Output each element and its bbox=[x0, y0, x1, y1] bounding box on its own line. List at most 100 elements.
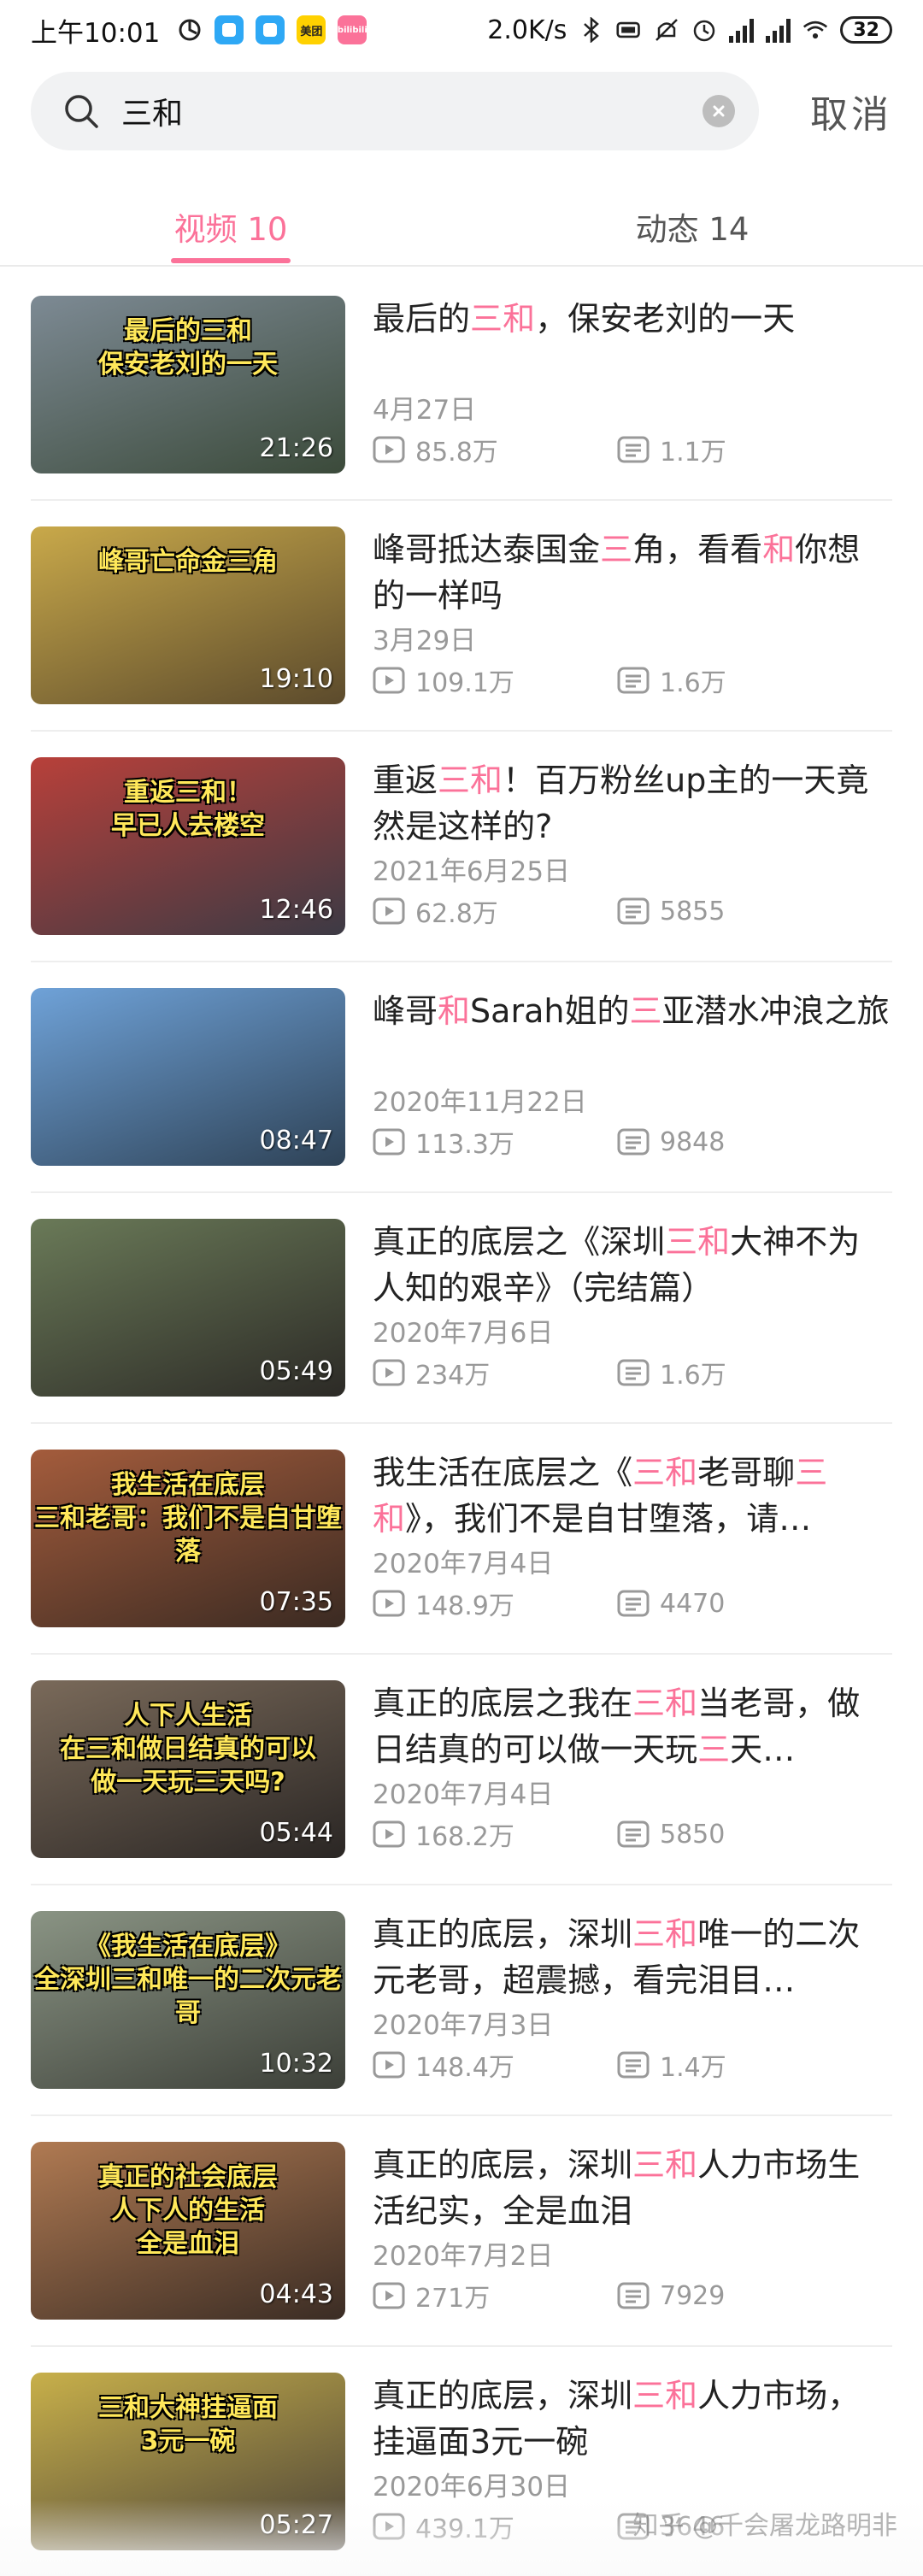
video-thumbnail[interactable]: 真正的社会底层 人下人的生活 全是血泪 04:43 bbox=[31, 2142, 345, 2320]
thumbnail-caption: 三和大神挂逼面 3元一碗 bbox=[98, 2393, 278, 2456]
video-title[interactable]: 峰哥抵达泰国金三角，看看和你想的一样吗 bbox=[373, 526, 892, 619]
comment-count: 1.6万 bbox=[617, 662, 726, 699]
search-box[interactable] bbox=[31, 72, 759, 150]
view-count: 234万 bbox=[373, 1354, 617, 1391]
comment-icon bbox=[617, 1820, 650, 1848]
video-duration: 05:44 bbox=[259, 1818, 333, 1848]
video-thumbnail[interactable]: 我生活在底层 三和老哥：我们不是自甘堕落 07:35 bbox=[31, 1450, 345, 1627]
comment-count-text: 1.1万 bbox=[660, 438, 726, 468]
comment-count-text: 4470 bbox=[660, 1588, 726, 1619]
video-title[interactable]: 真正的底层，深圳三和唯一的二次元老哥，超震撼，看完泪目… bbox=[373, 1911, 892, 2003]
battery-saver-icon bbox=[616, 17, 642, 43]
video-info: 峰哥和Sarah姐的三亚潜水冲浪之旅 2020年11月22日 113.3万 9848 bbox=[373, 988, 892, 1166]
video-thumbnail[interactable]: 重返三和！ 早已人去楼空 12:46 bbox=[31, 757, 345, 935]
view-count-text: 85.8万 bbox=[415, 438, 498, 468]
comment-count-text: 5855 bbox=[660, 896, 726, 926]
signal-icon-2 bbox=[766, 17, 791, 43]
video-thumbnail[interactable]: 《我生活在底层》 全深圳三和唯一的二次元老哥 10:32 bbox=[31, 1911, 345, 2089]
video-title[interactable]: 最后的三和，保安老刘的一天 bbox=[373, 296, 892, 388]
video-title[interactable]: 重返三和！百万粉丝up主的一天竟然是这样的? bbox=[373, 757, 892, 850]
video-info: 重返三和！百万粉丝up主的一天竟然是这样的? 2021年6月25日 62.8万 585… bbox=[373, 757, 892, 935]
thumbnail-caption: 我生活在底层 三和老哥：我们不是自甘堕落 bbox=[34, 1470, 342, 1567]
video-item[interactable]: 重返三和！ 早已人去楼空 12:46 重返三和！百万粉丝up主的一天竟然是这样的? 2… bbox=[31, 732, 892, 962]
thumbnail-caption: 真正的社会底层 人下人的生活 全是血泪 bbox=[98, 2162, 278, 2259]
play-count-icon bbox=[373, 1590, 405, 1617]
video-title[interactable]: 真正的底层，深圳三和人力市场生活纪实，全是血泪 bbox=[373, 2142, 892, 2234]
view-count: 148.4万 bbox=[373, 2046, 617, 2084]
video-item[interactable]: 人下人生活 在三和做日结真的可以 做一天玩三天吗? 05:44 真正的底层之我在三和… bbox=[31, 1655, 892, 1885]
comment-icon bbox=[617, 436, 650, 463]
search-input[interactable] bbox=[121, 93, 703, 129]
comment-icon bbox=[617, 667, 650, 694]
clear-search-icon[interactable] bbox=[703, 95, 735, 127]
search-tabs: 视频 10 动态 14 bbox=[0, 178, 923, 267]
mute-icon bbox=[654, 17, 679, 43]
video-duration: 07:35 bbox=[259, 1587, 333, 1617]
view-count: 113.3万 bbox=[373, 1123, 617, 1161]
view-count-text: 148.9万 bbox=[415, 1591, 514, 1621]
video-thumbnail[interactable]: 人下人生活 在三和做日结真的可以 做一天玩三天吗? 05:44 bbox=[31, 1680, 345, 1858]
video-thumbnail[interactable]: 峰哥亡命金三角 19:10 bbox=[31, 526, 345, 704]
thumbnail-caption: 人下人生活 在三和做日结真的可以 做一天玩三天吗? bbox=[60, 1701, 316, 1797]
video-item[interactable]: 08:47 峰哥和Sarah姐的三亚潜水冲浪之旅 2020年11月22日 113.3万… bbox=[31, 962, 892, 1193]
view-count-text: 168.2万 bbox=[415, 1822, 514, 1852]
comment-count: 5855 bbox=[617, 892, 725, 930]
video-info: 真正的底层之《深圳三和大神不为人知的艰辛》（完结篇） 2020年7月6日 234万 1… bbox=[373, 1219, 892, 1397]
video-thumbnail[interactable]: 最后的三和 保安老刘的一天 21:26 bbox=[31, 296, 345, 473]
comment-count: 1.1万 bbox=[617, 431, 726, 468]
view-count-text: 62.8万 bbox=[415, 899, 498, 929]
cancel-button[interactable]: 取消 bbox=[810, 84, 892, 138]
tab-dynamic[interactable]: 动态 14 bbox=[462, 178, 923, 265]
thumbnail-caption: 峰哥亡命金三角 bbox=[98, 547, 278, 577]
video-thumbnail[interactable]: 05:49 bbox=[31, 1219, 345, 1397]
view-count-text: 148.4万 bbox=[415, 2053, 514, 2083]
comment-count: 9848 bbox=[617, 1123, 725, 1161]
view-count: 85.8万 bbox=[373, 431, 617, 468]
view-count-text: 234万 bbox=[415, 1361, 491, 1391]
search-icon bbox=[65, 95, 98, 128]
video-stats: 271万 7929 bbox=[373, 2277, 892, 2314]
video-title[interactable]: 我生活在底层之《三和老哥聊三和》，我们不是自甘堕落，请… bbox=[373, 1450, 892, 1542]
video-thumbnail[interactable]: 08:47 bbox=[31, 988, 345, 1166]
video-item[interactable]: 05:49 真正的底层之《深圳三和大神不为人知的艰辛》（完结篇） 2020年7月6日… bbox=[31, 1193, 892, 1424]
signal-icon bbox=[729, 17, 755, 43]
thumbnail-caption: 《我生活在底层》 全深圳三和唯一的二次元老哥 bbox=[34, 1932, 342, 2028]
video-date: 2020年6月30日 bbox=[373, 2472, 571, 2502]
video-date: 2020年11月22日 bbox=[373, 1087, 587, 1118]
comment-icon bbox=[617, 2051, 650, 2079]
app-icon-blue-2 bbox=[256, 15, 285, 44]
play-count-icon bbox=[373, 1128, 405, 1156]
video-date: 4月27日 bbox=[373, 395, 477, 426]
play-count-icon bbox=[373, 1820, 405, 1848]
video-title[interactable]: 真正的底层之《深圳三和大神不为人知的艰辛》（完结篇） bbox=[373, 1219, 892, 1311]
video-date: 2020年7月2日 bbox=[373, 2241, 554, 2272]
view-count-text: 113.3万 bbox=[415, 1130, 514, 1160]
video-item[interactable]: 我生活在底层 三和老哥：我们不是自甘堕落 07:35 我生活在底层之《三和老哥聊三和… bbox=[31, 1424, 892, 1655]
video-item[interactable]: 《我生活在底层》 全深圳三和唯一的二次元老哥 10:32 真正的底层，深圳三和唯一的… bbox=[31, 1885, 892, 2116]
play-count-icon bbox=[373, 1359, 405, 1386]
comment-count: 4470 bbox=[617, 1585, 725, 1622]
thumbnail-caption: 最后的三和 保安老刘的一天 bbox=[98, 316, 278, 379]
video-stats: 85.8万 1.1万 bbox=[373, 431, 892, 468]
view-count-text: 109.1万 bbox=[415, 668, 514, 698]
tab-label: 动态 14 bbox=[635, 211, 750, 248]
video-date: 2021年6月25日 bbox=[373, 856, 571, 887]
comment-count: 1.6万 bbox=[617, 1354, 726, 1391]
video-duration: 19:10 bbox=[259, 664, 333, 694]
alarm-icon bbox=[691, 17, 717, 43]
comment-icon bbox=[617, 897, 650, 925]
video-title[interactable]: 真正的底层，深圳三和人力市场，挂逼面3元一碗 bbox=[373, 2373, 892, 2465]
status-time: 上午10:01 bbox=[31, 17, 161, 49]
video-item[interactable]: 峰哥亡命金三角 19:10 峰哥抵达泰国金三角，看看和你想的一样吗 3月29日 109.… bbox=[31, 501, 892, 732]
video-stats: 234万 1.6万 bbox=[373, 1354, 892, 1391]
status-bar: 上午10:01 美团 bilibili 2.0K/s 32 bbox=[0, 0, 923, 60]
wifi-icon bbox=[802, 17, 828, 43]
video-item[interactable]: 真正的社会底层 人下人的生活 全是血泪 04:43 真正的底层，深圳三和人力市场生活… bbox=[31, 2116, 892, 2347]
video-item[interactable]: 最后的三和 保安老刘的一天 21:26 最后的三和，保安老刘的一天 4月27日 85.8… bbox=[31, 270, 892, 501]
video-title[interactable]: 峰哥和Sarah姐的三亚潜水冲浪之旅 bbox=[373, 988, 892, 1080]
video-stats: 168.2万 5850 bbox=[373, 1815, 892, 1853]
video-title[interactable]: 真正的底层之我在三和当老哥，做日结真的可以做一天玩三天… bbox=[373, 1680, 892, 1773]
video-duration: 08:47 bbox=[259, 1126, 333, 1156]
view-count-text: 271万 bbox=[415, 2284, 491, 2314]
tab-video[interactable]: 视频 10 bbox=[0, 178, 462, 265]
